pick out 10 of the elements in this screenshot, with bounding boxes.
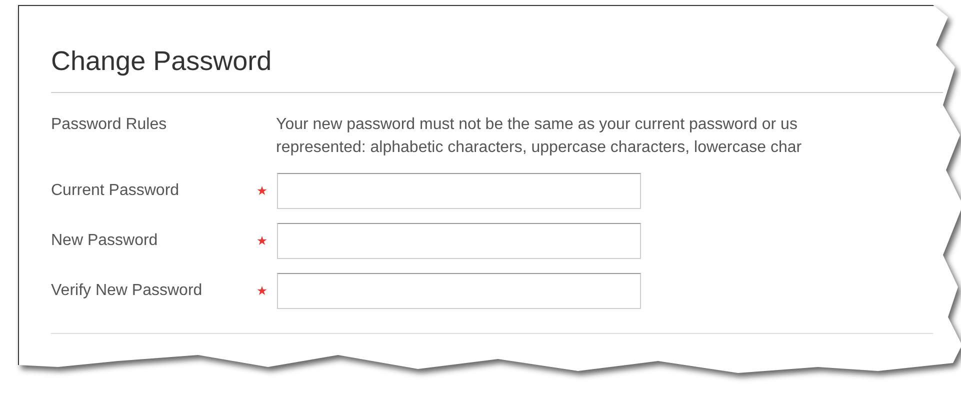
field-label: New Password: [51, 231, 159, 251]
field-label: Current Password: [51, 181, 180, 201]
page-title: Change Password: [51, 44, 943, 93]
field-label: Password Rules: [51, 115, 168, 135]
password-field[interactable]: [277, 173, 641, 209]
password-field[interactable]: [277, 223, 641, 259]
field-label: Verify New Password: [51, 281, 204, 301]
password-field[interactable]: [277, 273, 641, 309]
rules-text: represented: alphabetic characters, uppercase characters, lowercase char: [276, 138, 802, 158]
rules-text: Your new password must not be the same as your current password or us: [276, 115, 798, 135]
